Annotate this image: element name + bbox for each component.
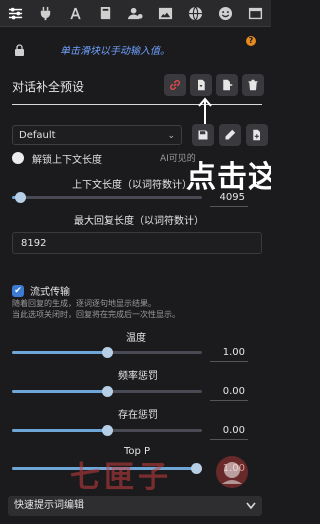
context-length-label: 上下文长度（以词符数计） (72, 180, 192, 191)
frequency-penalty-slider[interactable] (12, 386, 202, 397)
chevron-down-icon: ⌄ (167, 131, 175, 141)
context-length-slider[interactable] (12, 192, 202, 203)
unlock-context-row[interactable]: 解锁上下文长度 (12, 150, 102, 166)
book-icon[interactable] (96, 4, 114, 22)
image-icon[interactable] (157, 4, 175, 22)
new-preset-button[interactable] (246, 124, 268, 146)
slider-fill (12, 351, 107, 354)
quick-prompt-edit-bar[interactable]: 快速提示词编辑 (8, 496, 262, 516)
streaming-desc-line-1: 随着回复的生成，逐词逐句地显示结果。 (12, 299, 156, 308)
quick-prompt-edit-label: 快速提示词编辑 (14, 500, 84, 511)
help-icon[interactable]: ? (246, 36, 256, 46)
users-gear-icon[interactable] (126, 4, 144, 22)
max-response-label: 最大回复长度（以词符数计） (74, 216, 204, 227)
unlock-context-label: 解锁上下文长度 (32, 154, 102, 166)
value-underline (210, 439, 248, 440)
max-response-input[interactable]: 8192 (12, 232, 262, 254)
unlock-context-toggle[interactable] (12, 152, 24, 164)
font-icon[interactable] (66, 4, 84, 22)
export-preset-button[interactable] (216, 74, 238, 96)
file-plus-icon (253, 129, 260, 141)
streaming-label: 流式传输 (30, 287, 70, 298)
top-toolbar (0, 0, 271, 27)
streaming-checkbox[interactable]: ✔ (12, 284, 24, 297)
watermark-text: 七匣子 (70, 460, 172, 495)
file-import-icon (198, 79, 205, 91)
presence-penalty-value[interactable]: 0.00 (205, 425, 245, 436)
streaming-row[interactable]: ✔ 流式传输 (12, 283, 70, 298)
temperature-label: 温度 (126, 333, 146, 344)
slider-fill (12, 429, 107, 432)
frequency-penalty-value[interactable]: 0.00 (205, 386, 245, 397)
value-underline (210, 361, 248, 362)
delete-preset-button[interactable] (242, 74, 264, 96)
lock-icon[interactable] (14, 44, 25, 56)
slider-knob[interactable] (15, 192, 26, 203)
plug-icon[interactable] (36, 4, 54, 22)
temperature-value[interactable]: 1.00 (205, 347, 245, 358)
import-preset-button[interactable] (190, 74, 212, 96)
trash-icon (248, 79, 258, 91)
save-icon (198, 130, 208, 140)
presence-penalty-label: 存在惩罚 (118, 410, 158, 421)
smiley-icon[interactable] (217, 4, 235, 22)
value-underline (210, 400, 248, 401)
streaming-description: 随着回复的生成，逐词逐句地显示结果。 当此选项关闭时，回复将在完成后一次性显示。 (12, 298, 262, 320)
slider-knob[interactable] (102, 386, 113, 397)
annotation-overlay-text: 点击这 (186, 160, 271, 195)
rename-preset-button[interactable] (219, 124, 241, 146)
completion-preset-title: 对话补全预设 (12, 80, 85, 94)
save-preset-button[interactable] (192, 124, 214, 146)
chevron-down-icon (246, 502, 256, 510)
preset-select[interactable]: Default ⌄ (12, 125, 182, 145)
slider-knob[interactable] (102, 425, 113, 436)
window-icon[interactable] (247, 4, 265, 22)
slider-fill (12, 390, 107, 393)
presence-penalty-slider[interactable] (12, 425, 202, 436)
section-divider (12, 104, 262, 105)
slider-knob[interactable] (191, 463, 202, 474)
value-underline (210, 206, 248, 207)
context-length-value[interactable]: 4095 (205, 192, 245, 203)
frequency-penalty-label: 频率惩罚 (118, 371, 158, 382)
slider-knob[interactable] (102, 347, 113, 358)
temperature-slider[interactable] (12, 347, 202, 358)
sliders-icon[interactable] (6, 4, 24, 22)
link-icon (170, 80, 180, 90)
streaming-desc-line-2: 当此选项关闭时，回复将在完成后一次性显示。 (12, 310, 180, 319)
file-export-icon (223, 79, 233, 91)
preset-select-value: Default (19, 130, 56, 141)
pencil-icon (225, 129, 236, 140)
link-button[interactable] (164, 74, 186, 96)
globe-icon[interactable] (187, 4, 205, 22)
slider-hint-text: 单击滑块以手动输入值。 (60, 46, 170, 57)
watermark-logo (216, 456, 248, 488)
